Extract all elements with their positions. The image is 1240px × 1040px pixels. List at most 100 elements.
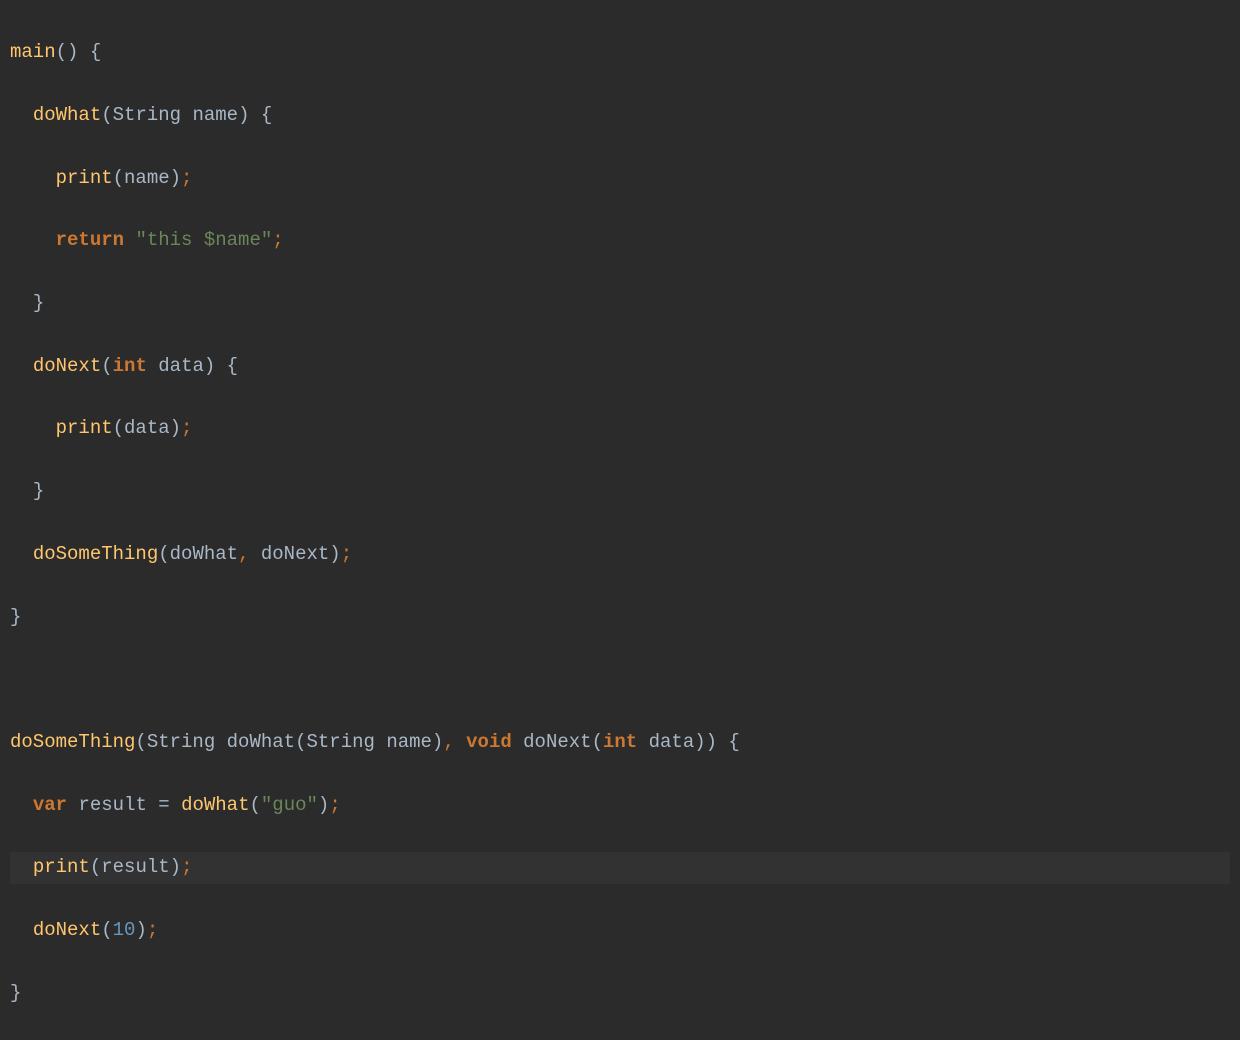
function-call: print [33,856,90,878]
paren-close: ) [135,919,146,941]
space [637,731,648,753]
argument: result [101,856,169,878]
function-name: doWhat [33,104,101,126]
indent [10,794,33,816]
paren-close: ) [318,794,329,816]
argument: name [124,167,170,189]
semicolon: ; [181,167,192,189]
space [124,229,135,251]
function-call: doSomeThing [33,543,158,565]
paren-open: ( [101,355,112,377]
code-line[interactable]: print(data); [10,413,1230,444]
code-line[interactable]: } [10,288,1230,319]
indent [10,292,33,314]
paren-open: ( [90,856,101,878]
paren-open: ( [113,167,124,189]
parameter: name [386,731,432,753]
paren-open: ( [101,104,112,126]
type-name: String [306,731,374,753]
code-line[interactable]: doSomeThing(doWhat, doNext); [10,539,1230,570]
function-call: print [56,167,113,189]
space [455,731,466,753]
argument: doWhat [170,543,238,565]
paren-open: ( [295,731,306,753]
function-name: doNext [33,355,101,377]
paren-open: ( [249,794,260,816]
variable-name: result = [78,794,181,816]
paren-close: ) [329,543,340,565]
brace-close: } [33,292,44,314]
space [249,543,260,565]
paren-close: ) [170,417,181,439]
keyword-var: var [33,794,67,816]
indent [10,104,33,126]
code-line-current[interactable]: print(result); [10,852,1230,883]
paren-close: ) [204,355,215,377]
code-line[interactable]: doNext(int data) { [10,351,1230,382]
space [147,355,158,377]
argument: doNext [261,543,329,565]
indent [10,856,33,878]
function-name: doSomeThing [10,731,135,753]
paren-close: ) [706,731,717,753]
code-line[interactable]: } [10,602,1230,633]
paren-close: ) [694,731,705,753]
semicolon: ; [329,794,340,816]
brace-open: { [215,355,238,377]
paren-open: ( [135,731,146,753]
parameter: data [158,355,204,377]
indent [10,480,33,502]
code-line[interactable]: doSomeThing(String doWhat(String name), … [10,727,1230,758]
semicolon: ; [272,229,283,251]
paren-close: ) [170,856,181,878]
parameter: data [649,731,695,753]
space [512,731,523,753]
code-line[interactable]: } [10,476,1230,507]
semicolon: ; [341,543,352,565]
paren-open: ( [101,919,112,941]
code-line[interactable]: print(name); [10,163,1230,194]
type-name: int [113,355,147,377]
paren-close: ) [432,731,443,753]
comma: , [443,731,454,753]
code-line[interactable]: var result = doWhat("guo"); [10,790,1230,821]
brace-open: { [78,41,101,63]
code-line[interactable]: } [10,978,1230,1009]
function-call: print [56,417,113,439]
argument: data [124,417,170,439]
brace-open: { [249,104,272,126]
semicolon: ; [181,856,192,878]
paren-open: ( [592,731,603,753]
code-line[interactable]: return "this $name"; [10,225,1230,256]
brace-close: } [10,982,21,1004]
code-line[interactable]: doNext(10); [10,915,1230,946]
parentheses: () [56,41,79,63]
indent [10,543,33,565]
brace-close: } [10,606,21,628]
paren-open: ( [158,543,169,565]
blank [10,668,21,690]
paren-close: ) [238,104,249,126]
code-line[interactable]: main() { [10,37,1230,68]
type-name: int [603,731,637,753]
paren-close: ) [170,167,181,189]
brace-close: } [33,480,44,502]
code-line-blank[interactable] [10,664,1230,695]
type-name: String [113,104,181,126]
indent [10,417,56,439]
brace-open: { [717,731,740,753]
inner-function: doWhat [227,731,295,753]
semicolon: ; [181,417,192,439]
indent [10,919,33,941]
indent [10,229,56,251]
paren-open: ( [113,417,124,439]
inner-function: doNext [523,731,591,753]
semicolon: ; [147,919,158,941]
code-line[interactable]: doWhat(String name) { [10,100,1230,131]
keyword-return: return [56,229,124,251]
space [375,731,386,753]
code-editor[interactable]: main() { doWhat(String name) { print(nam… [10,6,1230,1040]
indent [10,167,56,189]
comma: , [238,543,249,565]
space [181,104,192,126]
